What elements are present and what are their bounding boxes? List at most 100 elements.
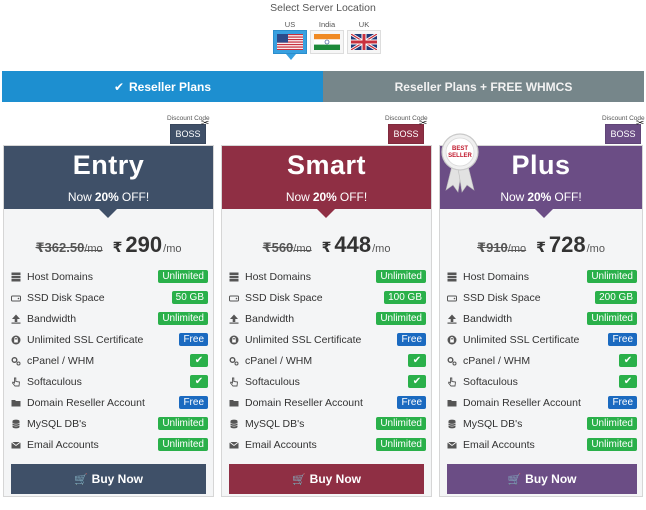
hdd-icon (10, 292, 22, 304)
feature-value-badge: Free (397, 333, 426, 346)
feature-value-badge: Unlimited (587, 438, 637, 451)
flag-label-uk: UK (358, 20, 370, 29)
feature-name: Unlimited SSL Certificate (463, 333, 580, 346)
price-period: /mo (586, 243, 605, 255)
feature-row: SSD Disk Space 100 GB (222, 287, 431, 308)
feature-value-badge: ✔ (408, 354, 426, 367)
upload-icon (446, 313, 458, 325)
feature-value-badge: Unlimited (376, 438, 426, 451)
price-row: ₹560/mo ₹448/mo (222, 232, 431, 258)
discount-percent: 20% (94, 189, 119, 204)
feature-row: MySQL DB's Unlimited (440, 413, 642, 434)
best-seller-badge: BEST SELLER (440, 132, 480, 194)
feature-name: MySQL DB's (27, 417, 87, 430)
old-price: ₹362.50/mo (36, 240, 103, 256)
flag-option-india[interactable]: India (309, 20, 345, 54)
discount-code-tag-smart[interactable]: Discount Code BOSS ✂ (385, 114, 430, 146)
feature-row: Softaculous ✔ (440, 371, 642, 392)
feature-row: Unlimited SSL Certificate Free (4, 329, 213, 350)
tab-reseller-plans-whmcs-label: Reseller Plans + FREE WHMCS (394, 79, 573, 94)
feature-value-badge: Free (608, 333, 637, 346)
feature-row: Email Accounts Unlimited (4, 434, 213, 455)
feature-name: Bandwidth (245, 312, 295, 325)
server-icon (446, 271, 458, 283)
feature-name: Softaculous (463, 375, 518, 388)
buy-now-button[interactable]: 🛒 Buy Now (447, 464, 637, 494)
flag-option-uk[interactable]: UK (346, 20, 382, 54)
feature-name: SSD Disk Space (27, 291, 105, 304)
discount-suffix: OFF! (339, 189, 368, 204)
feature-name: Email Accounts (27, 438, 99, 451)
scissors-icon: ✂ (419, 118, 428, 129)
old-price-period: /mo (293, 243, 312, 255)
buy-now-label: Buy Now (525, 472, 577, 486)
lock-icon (10, 334, 22, 346)
feature-value-badge: Unlimited (158, 417, 208, 430)
server-location-flags: US India UK (268, 20, 386, 60)
tab-reseller-plans[interactable]: ✔ Reseller Plans (2, 71, 323, 102)
feature-row: Unlimited SSL Certificate Free (222, 329, 431, 350)
feature-name: SSD Disk Space (245, 291, 323, 304)
tab-reseller-plans-label: Reseller Plans (129, 79, 212, 94)
flag-label-india: India (318, 20, 336, 29)
feature-name: MySQL DB's (463, 417, 523, 430)
feature-value-badge: ✔ (619, 354, 637, 367)
feature-row: MySQL DB's Unlimited (4, 413, 213, 434)
plan-name: Entry (4, 146, 213, 184)
upload-icon (228, 313, 240, 325)
folder-icon (446, 397, 458, 409)
feature-value-badge: Free (179, 396, 208, 409)
feature-name: Host Domains (27, 270, 93, 283)
envelope-icon (10, 439, 22, 451)
discount-code-tag-entry[interactable]: Discount Code BOSS ✂ (167, 114, 212, 146)
plan-card-plus: Plus Now 20% OFF! ₹910/mo ₹728/mo Host Domains… (439, 145, 643, 497)
discount-code-tag-plus[interactable]: Discount Code BOSS ✂ (602, 114, 646, 146)
plan-card-smart: Smart Now 20% OFF! ₹560/mo ₹448/mo Host Domain… (221, 145, 432, 497)
hand-pointer-icon (10, 376, 22, 388)
envelope-icon (228, 439, 240, 451)
flag-option-us[interactable]: US (272, 20, 308, 60)
plan-card-entry: Entry Now 20% OFF! ₹362.50/mo ₹290/mo Host Dom… (3, 145, 214, 497)
feature-list: Host Domains Unlimited SSD Disk Space 50 GB… (4, 266, 213, 455)
rupee-icon: ₹ (321, 239, 332, 255)
feature-name: MySQL DB's (245, 417, 305, 430)
feature-row: SSD Disk Space 50 GB (4, 287, 213, 308)
feature-list: Host Domains Unlimited SSD Disk Space 200 G… (440, 266, 642, 455)
feature-value-badge: Free (608, 396, 637, 409)
buy-now-button[interactable]: 🛒 Buy Now (11, 464, 206, 494)
feature-row: Bandwidth Unlimited (4, 308, 213, 329)
plan-name: Smart (222, 146, 431, 184)
feature-row: Softaculous ✔ (222, 371, 431, 392)
uk-flag-icon[interactable] (347, 30, 381, 54)
feature-row: Bandwidth Unlimited (222, 308, 431, 329)
feature-row: Host Domains Unlimited (440, 266, 642, 287)
cart-icon: 🛒 (507, 473, 522, 486)
discount-prefix: Now (500, 189, 525, 204)
feature-name: cPanel / WHM (463, 354, 531, 367)
scissors-icon: ✂ (636, 118, 645, 129)
feature-name: Email Accounts (245, 438, 317, 451)
old-price-period: /mo (84, 243, 103, 255)
feature-value-badge: Unlimited (587, 270, 637, 283)
old-price-value: ₹362.50 (35, 240, 85, 255)
feature-value-badge: Unlimited (376, 312, 426, 325)
check-icon: ✔ (113, 79, 124, 94)
tab-reseller-plans-whmcs[interactable]: Reseller Plans + FREE WHMCS (323, 71, 644, 102)
feature-name: cPanel / WHM (27, 354, 95, 367)
discount-banner: Now 20% OFF! (4, 184, 213, 218)
buy-now-button[interactable]: 🛒 Buy Now (229, 464, 424, 494)
feature-row: Domain Reseller Account Free (222, 392, 431, 413)
price-period: /mo (372, 243, 391, 255)
feature-row: SSD Disk Space 200 GB (440, 287, 642, 308)
price-row: ₹910/mo ₹728/mo (440, 232, 642, 258)
feature-row: MySQL DB's Unlimited (222, 413, 431, 434)
feature-value-badge: Unlimited (376, 270, 426, 283)
gears-icon (10, 355, 22, 367)
server-icon (228, 271, 240, 283)
feature-value-badge: Unlimited (158, 312, 208, 325)
feature-row: Softaculous ✔ (4, 371, 213, 392)
us-flag-icon[interactable] (273, 30, 307, 60)
old-price-value: ₹560 (262, 240, 294, 255)
feature-list: Host Domains Unlimited SSD Disk Space 100 G… (222, 266, 431, 455)
india-flag-icon[interactable] (310, 30, 344, 54)
